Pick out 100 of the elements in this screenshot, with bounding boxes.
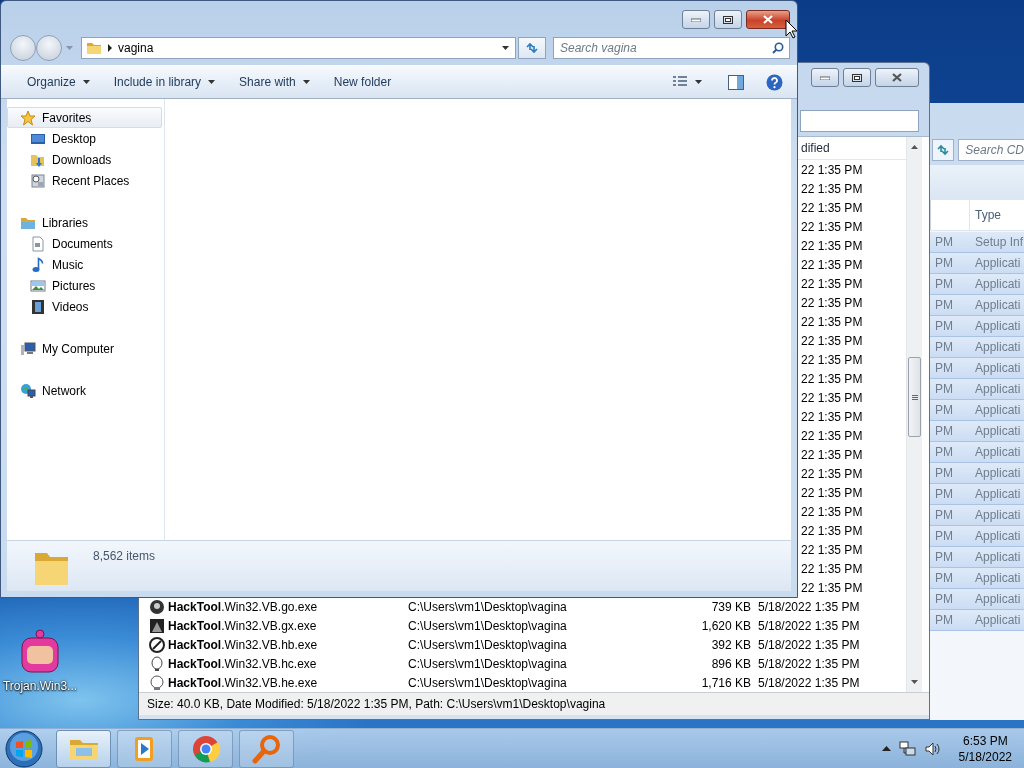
toolbar-button[interactable]: Include in library bbox=[103, 71, 226, 93]
nav-item[interactable]: Videos bbox=[7, 296, 162, 317]
table-cell-text: PM bbox=[934, 319, 954, 333]
show-hidden-icons[interactable] bbox=[881, 746, 891, 751]
table-cell-text: PM bbox=[934, 445, 954, 459]
refresh-icon bbox=[936, 144, 951, 156]
table-cell-text: 5/18/2022 1:35 PM bbox=[758, 599, 861, 614]
nav-item[interactable]: My Computer bbox=[7, 338, 162, 359]
minimize-button[interactable] bbox=[682, 10, 710, 29]
path-segment[interactable]: vagina bbox=[118, 41, 496, 55]
forward-button[interactable] bbox=[36, 35, 62, 61]
table-cell-text: C:\Users\vm1\Desktop\vagina bbox=[408, 656, 568, 671]
clock-date: 5/18/2022 bbox=[958, 748, 1012, 765]
caret-icon bbox=[82, 80, 90, 84]
nav-item[interactable]: Pictures bbox=[7, 275, 162, 296]
table-cell-text: 22 1:35 PM bbox=[800, 466, 864, 481]
address-bar[interactable]: vagina bbox=[81, 37, 516, 59]
back-button[interactable] bbox=[10, 35, 36, 61]
table-cell-text: 22 1:35 PM bbox=[800, 352, 864, 367]
table-cell-text: PM bbox=[934, 487, 954, 501]
file-icon bbox=[149, 598, 165, 615]
nav-item[interactable]: Recent Places bbox=[7, 170, 162, 191]
file-name[interactable]: HackTool.Win32.VB.hb.exe bbox=[168, 637, 318, 652]
taskbar-button[interactable] bbox=[117, 729, 172, 768]
nav-item[interactable]: Downloads bbox=[7, 149, 162, 170]
table-cell-text: Applicati bbox=[974, 613, 1021, 627]
refresh-button[interactable] bbox=[518, 37, 546, 59]
nav-item[interactable]: Desktop bbox=[7, 128, 162, 149]
scroll-down-icon[interactable] bbox=[911, 680, 918, 684]
minimize-button[interactable] bbox=[811, 68, 839, 87]
table-cell-text: C:\Users\vm1\Desktop\vagina bbox=[408, 618, 568, 633]
toolbar-button[interactable]: Organize bbox=[17, 71, 100, 93]
table-cell-text: Applicati bbox=[974, 361, 1021, 375]
grip-icon bbox=[911, 394, 918, 400]
table-cell-text: PM bbox=[934, 529, 954, 543]
file-icon bbox=[149, 636, 165, 653]
table-cell-text: PM bbox=[934, 382, 954, 396]
file-icon bbox=[149, 674, 165, 691]
table-cell-text: PM bbox=[934, 340, 954, 354]
table-cell-text: Applicati bbox=[974, 382, 1021, 396]
address-bar[interactable] bbox=[800, 110, 919, 132]
network-icon[interactable] bbox=[898, 740, 917, 757]
scroll-up-icon[interactable] bbox=[911, 145, 918, 149]
search-icon bbox=[772, 42, 784, 54]
nav-item[interactable]: Documents bbox=[7, 233, 162, 254]
file-name[interactable]: HackTool.Win32.VB.go.exe bbox=[168, 599, 318, 614]
taskbar-button[interactable] bbox=[178, 729, 233, 768]
nav-item[interactable]: Music bbox=[7, 254, 162, 275]
caret-icon[interactable] bbox=[502, 46, 509, 50]
cursor-icon bbox=[785, 19, 798, 39]
table-cell-text: 739 KB bbox=[710, 599, 751, 614]
table-cell-text: 22 1:35 PM bbox=[800, 162, 864, 177]
refresh-button[interactable] bbox=[932, 139, 955, 161]
table-cell-text: 22 1:35 PM bbox=[800, 485, 864, 500]
taskbar-button[interactable] bbox=[56, 729, 111, 768]
table-cell-text: PM bbox=[934, 466, 954, 480]
search-field[interactable]: Search CD bbox=[958, 139, 1024, 161]
table-cell-text: 22 1:35 PM bbox=[800, 523, 864, 538]
close-button[interactable] bbox=[875, 68, 919, 87]
table-cell-text: 22 1:35 PM bbox=[800, 314, 864, 329]
nav-item[interactable]: Network bbox=[7, 380, 162, 401]
scrollbar[interactable] bbox=[906, 137, 922, 692]
caret-icon bbox=[302, 80, 310, 84]
maximize-button[interactable] bbox=[714, 10, 742, 29]
close-icon bbox=[892, 73, 902, 82]
help-icon bbox=[766, 73, 783, 91]
table-cell-text: C:\Users\vm1\Desktop\vagina bbox=[408, 637, 568, 652]
close-button[interactable] bbox=[746, 10, 790, 29]
search-field[interactable]: Search vagina bbox=[553, 37, 790, 59]
table-cell-text: Applicati bbox=[974, 529, 1021, 543]
table-cell-text: Applicati bbox=[974, 550, 1021, 564]
table-cell-text: 392 KB bbox=[710, 637, 751, 652]
table-cell-text: Applicati bbox=[974, 592, 1021, 606]
table-cell-text: Applicati bbox=[974, 298, 1021, 312]
nav-item[interactable]: Libraries bbox=[7, 212, 162, 233]
maximize-button[interactable] bbox=[843, 68, 871, 87]
toolbar-button[interactable]: New folder bbox=[323, 71, 402, 93]
table-cell-text: PM bbox=[934, 235, 954, 249]
file-name[interactable]: HackTool.Win32.VB.gx.exe bbox=[168, 618, 317, 633]
table-cell-text: Applicati bbox=[974, 445, 1021, 459]
nav-item[interactable]: Favorites bbox=[7, 107, 162, 128]
table-cell-text: 22 1:35 PM bbox=[800, 542, 864, 557]
taskbar-button[interactable] bbox=[239, 729, 294, 768]
toolbar-button[interactable]: Share with bbox=[229, 71, 320, 93]
volume-icon[interactable] bbox=[924, 741, 941, 756]
column-header[interactable]: Type bbox=[970, 208, 1001, 222]
file-name[interactable]: HackTool.Win32.VB.he.exe bbox=[168, 675, 318, 690]
globe-icon bbox=[20, 382, 36, 399]
document-icon bbox=[30, 235, 46, 252]
table-cell-text: 5/18/2022 1:35 PM bbox=[758, 618, 861, 633]
clock[interactable]: 6:53 PM 5/18/2022 bbox=[958, 732, 1012, 765]
table-cell-text: PM bbox=[934, 403, 954, 417]
film-icon bbox=[30, 298, 46, 315]
table-cell-text: PM bbox=[934, 571, 954, 585]
column-header[interactable]: dified bbox=[801, 141, 830, 155]
refresh-icon bbox=[525, 42, 539, 54]
table-cell-text: 5/18/2022 1:35 PM bbox=[758, 656, 861, 671]
table-cell-text: 22 1:35 PM bbox=[800, 219, 864, 234]
file-name[interactable]: HackTool.Win32.VB.hc.exe bbox=[168, 656, 317, 671]
start-button[interactable] bbox=[4, 728, 44, 768]
